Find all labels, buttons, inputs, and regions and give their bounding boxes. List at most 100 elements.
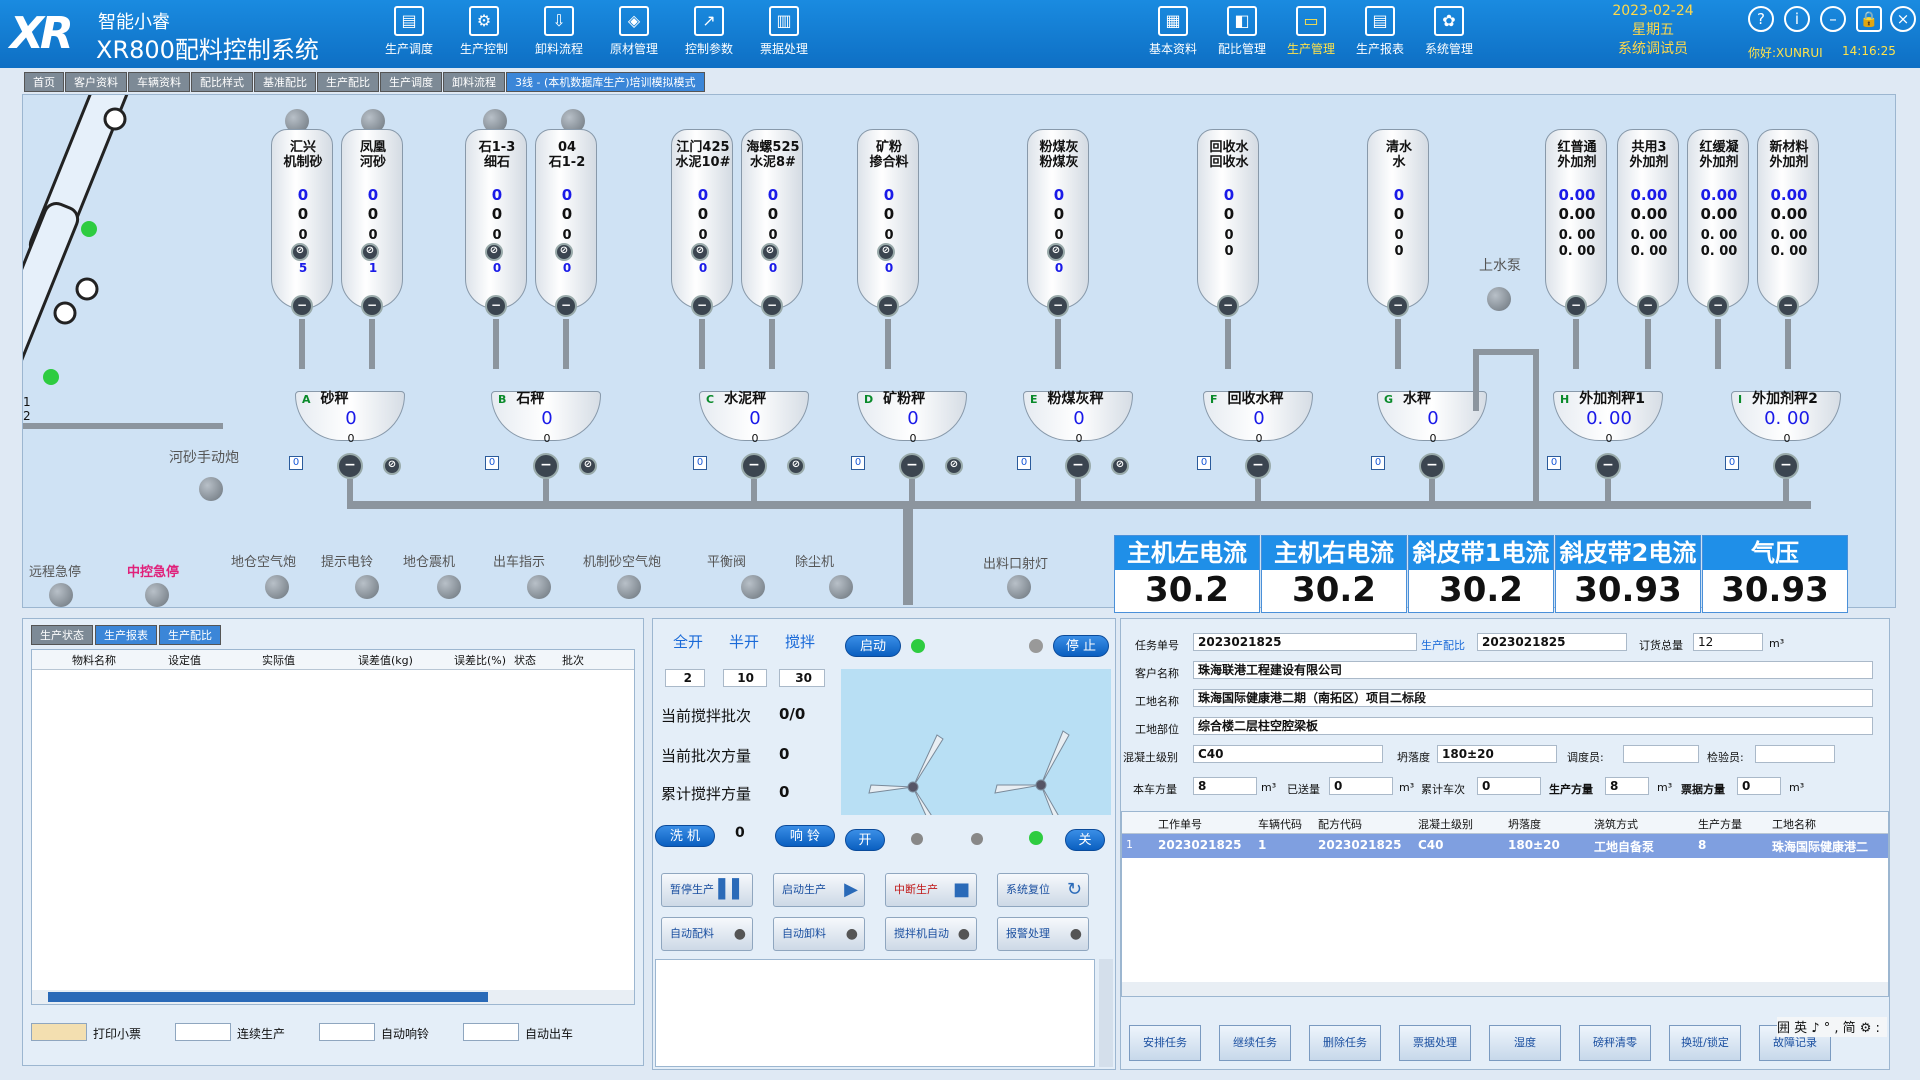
silo-valve-2[interactable]: − <box>485 295 507 317</box>
bell-button[interactable]: 响 铃 <box>775 825 835 847</box>
indicator-dot-2[interactable] <box>437 575 461 599</box>
hopper-valve-B[interactable]: − <box>533 453 559 479</box>
silo-valve-9[interactable]: − <box>1387 295 1409 317</box>
nav-unload[interactable]: ⇩ 卸料流程 <box>528 6 590 64</box>
bottom-button-3[interactable]: 票据处理 <box>1399 1025 1471 1061</box>
left-tab-0[interactable]: 生产状态 <box>31 625 93 645</box>
nav-chart[interactable]: ↗ 控制参数 <box>678 6 740 64</box>
hopper-gate-D[interactable]: ⊘ <box>945 457 963 475</box>
inspector-select[interactable] <box>1755 745 1835 763</box>
nav-profile[interactable]: ▦ 基本资料 <box>1142 6 1204 64</box>
sent-field[interactable]: 0 <box>1329 777 1393 795</box>
bottom-button-6[interactable]: 换班/锁定 <box>1669 1025 1741 1061</box>
hopper-gate-B[interactable]: ⊘ <box>579 457 597 475</box>
order-field[interactable]: 12 <box>1693 633 1763 651</box>
trips-field[interactable]: 0 <box>1477 777 1541 795</box>
bottom-button-4[interactable]: 湿度 <box>1489 1025 1561 1061</box>
silo-valve-10[interactable]: − <box>1565 295 1587 317</box>
bottom-button-5[interactable]: 磅秤清零 <box>1579 1025 1651 1061</box>
tab-4[interactable]: 基准配比 <box>254 72 316 92</box>
silo-valve-1[interactable]: − <box>361 295 383 317</box>
indicator-dot-6[interactable] <box>829 575 853 599</box>
mixer-off-button[interactable]: 关 <box>1065 829 1105 851</box>
hopper-valve-C[interactable]: − <box>741 453 767 479</box>
mix-button-7[interactable]: 报警处理 ● <box>997 917 1089 951</box>
prod-volume-field[interactable]: 8 <box>1605 777 1649 795</box>
nav-control[interactable]: ⚙ 生产控制 <box>453 6 515 64</box>
car-volume-field[interactable]: 8 <box>1193 777 1257 795</box>
tab-7[interactable]: 卸料流程 <box>443 72 505 92</box>
nav-gear[interactable]: ✿ 系统管理 <box>1418 6 1480 64</box>
nav-material[interactable]: ◈ 原材管理 <box>603 6 665 64</box>
silo-valve-4[interactable]: − <box>691 295 713 317</box>
water-pump-dot[interactable] <box>1487 287 1511 311</box>
site-field[interactable]: 珠海国际健康港二期（南拓区）项目二标段 <box>1193 689 1873 707</box>
mix-button-1[interactable]: 启动生产 ▶ <box>773 873 865 907</box>
stop-button[interactable]: 停 止 <box>1053 635 1109 657</box>
open-half-label[interactable]: 半开 <box>729 631 759 652</box>
silo-valve-7[interactable]: − <box>1047 295 1069 317</box>
silo-gate-6[interactable]: ⊘ <box>877 243 895 261</box>
mix-button-4[interactable]: 自动配料 ● <box>661 917 753 951</box>
help-icon[interactable]: ? <box>1748 6 1774 32</box>
task-no-field[interactable]: 2023021825 <box>1193 633 1417 651</box>
tab-1[interactable]: 客户资料 <box>65 72 127 92</box>
mix-button-3[interactable]: 系统复位 ↻ <box>997 873 1089 907</box>
silo-valve-0[interactable]: − <box>291 295 313 317</box>
outlet-light-dot[interactable] <box>1007 575 1031 599</box>
part-field[interactable]: 综合楼二层柱空腔梁板 <box>1193 717 1873 735</box>
wash-button[interactable]: 洗 机 <box>655 825 715 847</box>
ticket-volume-field[interactable]: 0 <box>1737 777 1781 795</box>
tab-6[interactable]: 生产调度 <box>380 72 442 92</box>
stir-spinner[interactable]: 30 <box>779 669 825 687</box>
indicator-dot-5[interactable] <box>741 575 765 599</box>
nav-monitor[interactable]: ▭ 生产管理 <box>1280 6 1342 64</box>
vertical-scrollbar[interactable] <box>1099 959 1113 1067</box>
remote-estop-dot[interactable] <box>49 583 73 607</box>
silo-gate-7[interactable]: ⊘ <box>1047 243 1065 261</box>
indicator-dot-4[interactable] <box>617 575 641 599</box>
hopper-valve-D[interactable]: − <box>899 453 925 479</box>
hopper-gate-A[interactable]: ⊘ <box>383 457 401 475</box>
tab-0[interactable]: 首页 <box>24 72 64 92</box>
hopper-valve-G[interactable]: − <box>1419 453 1445 479</box>
hopper-valve-I[interactable]: − <box>1773 453 1799 479</box>
left-tab-1[interactable]: 生产报表 <box>95 625 157 645</box>
horizontal-scrollbar[interactable] <box>32 990 634 1004</box>
mixer-on-button[interactable]: 开 <box>845 829 885 851</box>
left-tab-2[interactable]: 生产配比 <box>159 625 221 645</box>
task-grid-scrollbar[interactable] <box>1122 982 1888 996</box>
ratio-field[interactable]: 2023021825 <box>1477 633 1627 651</box>
lock-icon[interactable]: 🔒 <box>1856 6 1882 32</box>
check-toggle-2[interactable] <box>319 1023 375 1041</box>
silo-gate-3[interactable]: ⊘ <box>555 243 573 261</box>
silo-valve-12[interactable]: − <box>1707 295 1729 317</box>
silo-valve-11[interactable]: − <box>1637 295 1659 317</box>
dispatcher-select[interactable] <box>1623 745 1699 763</box>
mix-button-2[interactable]: 中断生产 ■ <box>885 873 977 907</box>
bottom-button-0[interactable]: 安排任务 <box>1129 1025 1201 1061</box>
start-button[interactable]: 启动 <box>845 635 901 657</box>
central-estop-dot[interactable] <box>145 583 169 607</box>
task-row[interactable]: 1 2023021825 1 2023021825 C40 180±20 工地自备泵 8 珠海国… <box>1122 834 1888 858</box>
open-full-label[interactable]: 全开 <box>673 631 703 652</box>
nav-ratio[interactable]: ◧ 配比管理 <box>1211 6 1273 64</box>
nav-report[interactable]: ▤ 生产报表 <box>1349 6 1411 64</box>
nav-schedule[interactable]: ▤ 生产调度 <box>378 6 440 64</box>
hopper-valve-F[interactable]: − <box>1245 453 1271 479</box>
close-icon[interactable]: × <box>1890 6 1916 32</box>
silo-gate-4[interactable]: ⊘ <box>691 243 709 261</box>
tab-8[interactable]: 3线 - (本机数据库生产)培训模拟模式 <box>506 72 705 92</box>
tab-2[interactable]: 车辆资料 <box>128 72 190 92</box>
bottom-button-1[interactable]: 继续任务 <box>1219 1025 1291 1061</box>
silo-gate-5[interactable]: ⊘ <box>761 243 779 261</box>
silo-valve-5[interactable]: − <box>761 295 783 317</box>
grade-field[interactable]: C40 <box>1193 745 1383 763</box>
open-half-spinner[interactable]: 10 <box>723 669 767 687</box>
hopper-gate-E[interactable]: ⊘ <box>1111 457 1129 475</box>
hopper-gate-C[interactable]: ⊘ <box>787 457 805 475</box>
silo-valve-8[interactable]: − <box>1217 295 1239 317</box>
silo-gate-0[interactable]: ⊘ <box>291 243 309 261</box>
silo-gate-1[interactable]: ⊘ <box>361 243 379 261</box>
open-full-spinner[interactable]: 2 <box>665 669 705 687</box>
